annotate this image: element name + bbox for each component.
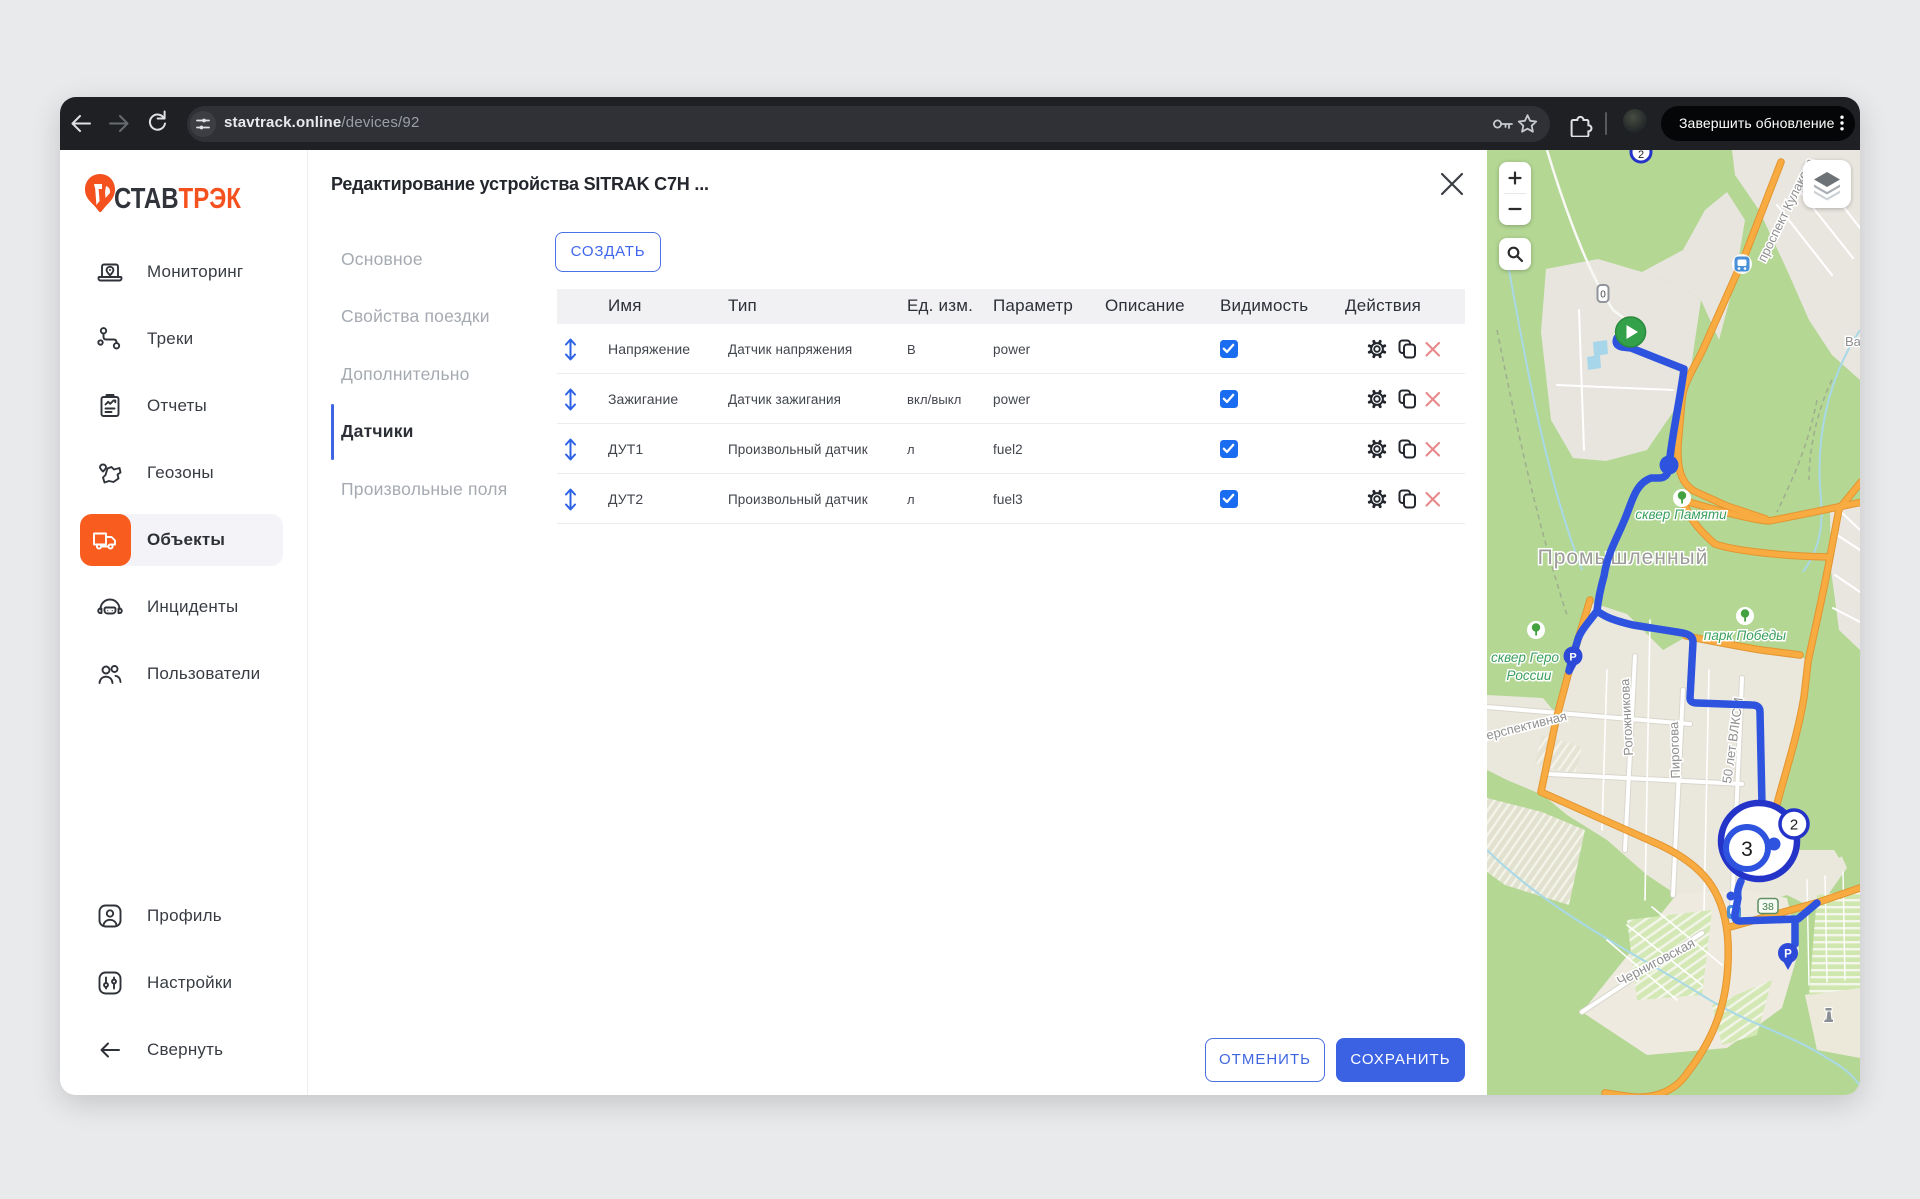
svg-text:сквер Памяти: сквер Памяти [1635, 507, 1727, 522]
svg-text:3: 3 [1741, 838, 1753, 861]
svg-text:P: P [1569, 652, 1576, 664]
svg-text:Промышленный: Промышленный [1538, 546, 1709, 569]
svg-text:2: 2 [1790, 817, 1798, 834]
svg-text:38: 38 [1762, 901, 1774, 913]
svg-text:Васильковая: Васильковая [1845, 334, 1860, 349]
svg-text:P: P [1784, 949, 1792, 961]
svg-text:парк Победы: парк Победы [1704, 628, 1786, 643]
svg-text:2: 2 [1638, 150, 1644, 161]
svg-text:0: 0 [1600, 290, 1606, 301]
svg-text:Пирогова: Пирогова [1666, 721, 1683, 779]
svg-text:сквер Геро: сквер Геро [1491, 650, 1559, 665]
svg-text:России: России [1507, 668, 1552, 683]
